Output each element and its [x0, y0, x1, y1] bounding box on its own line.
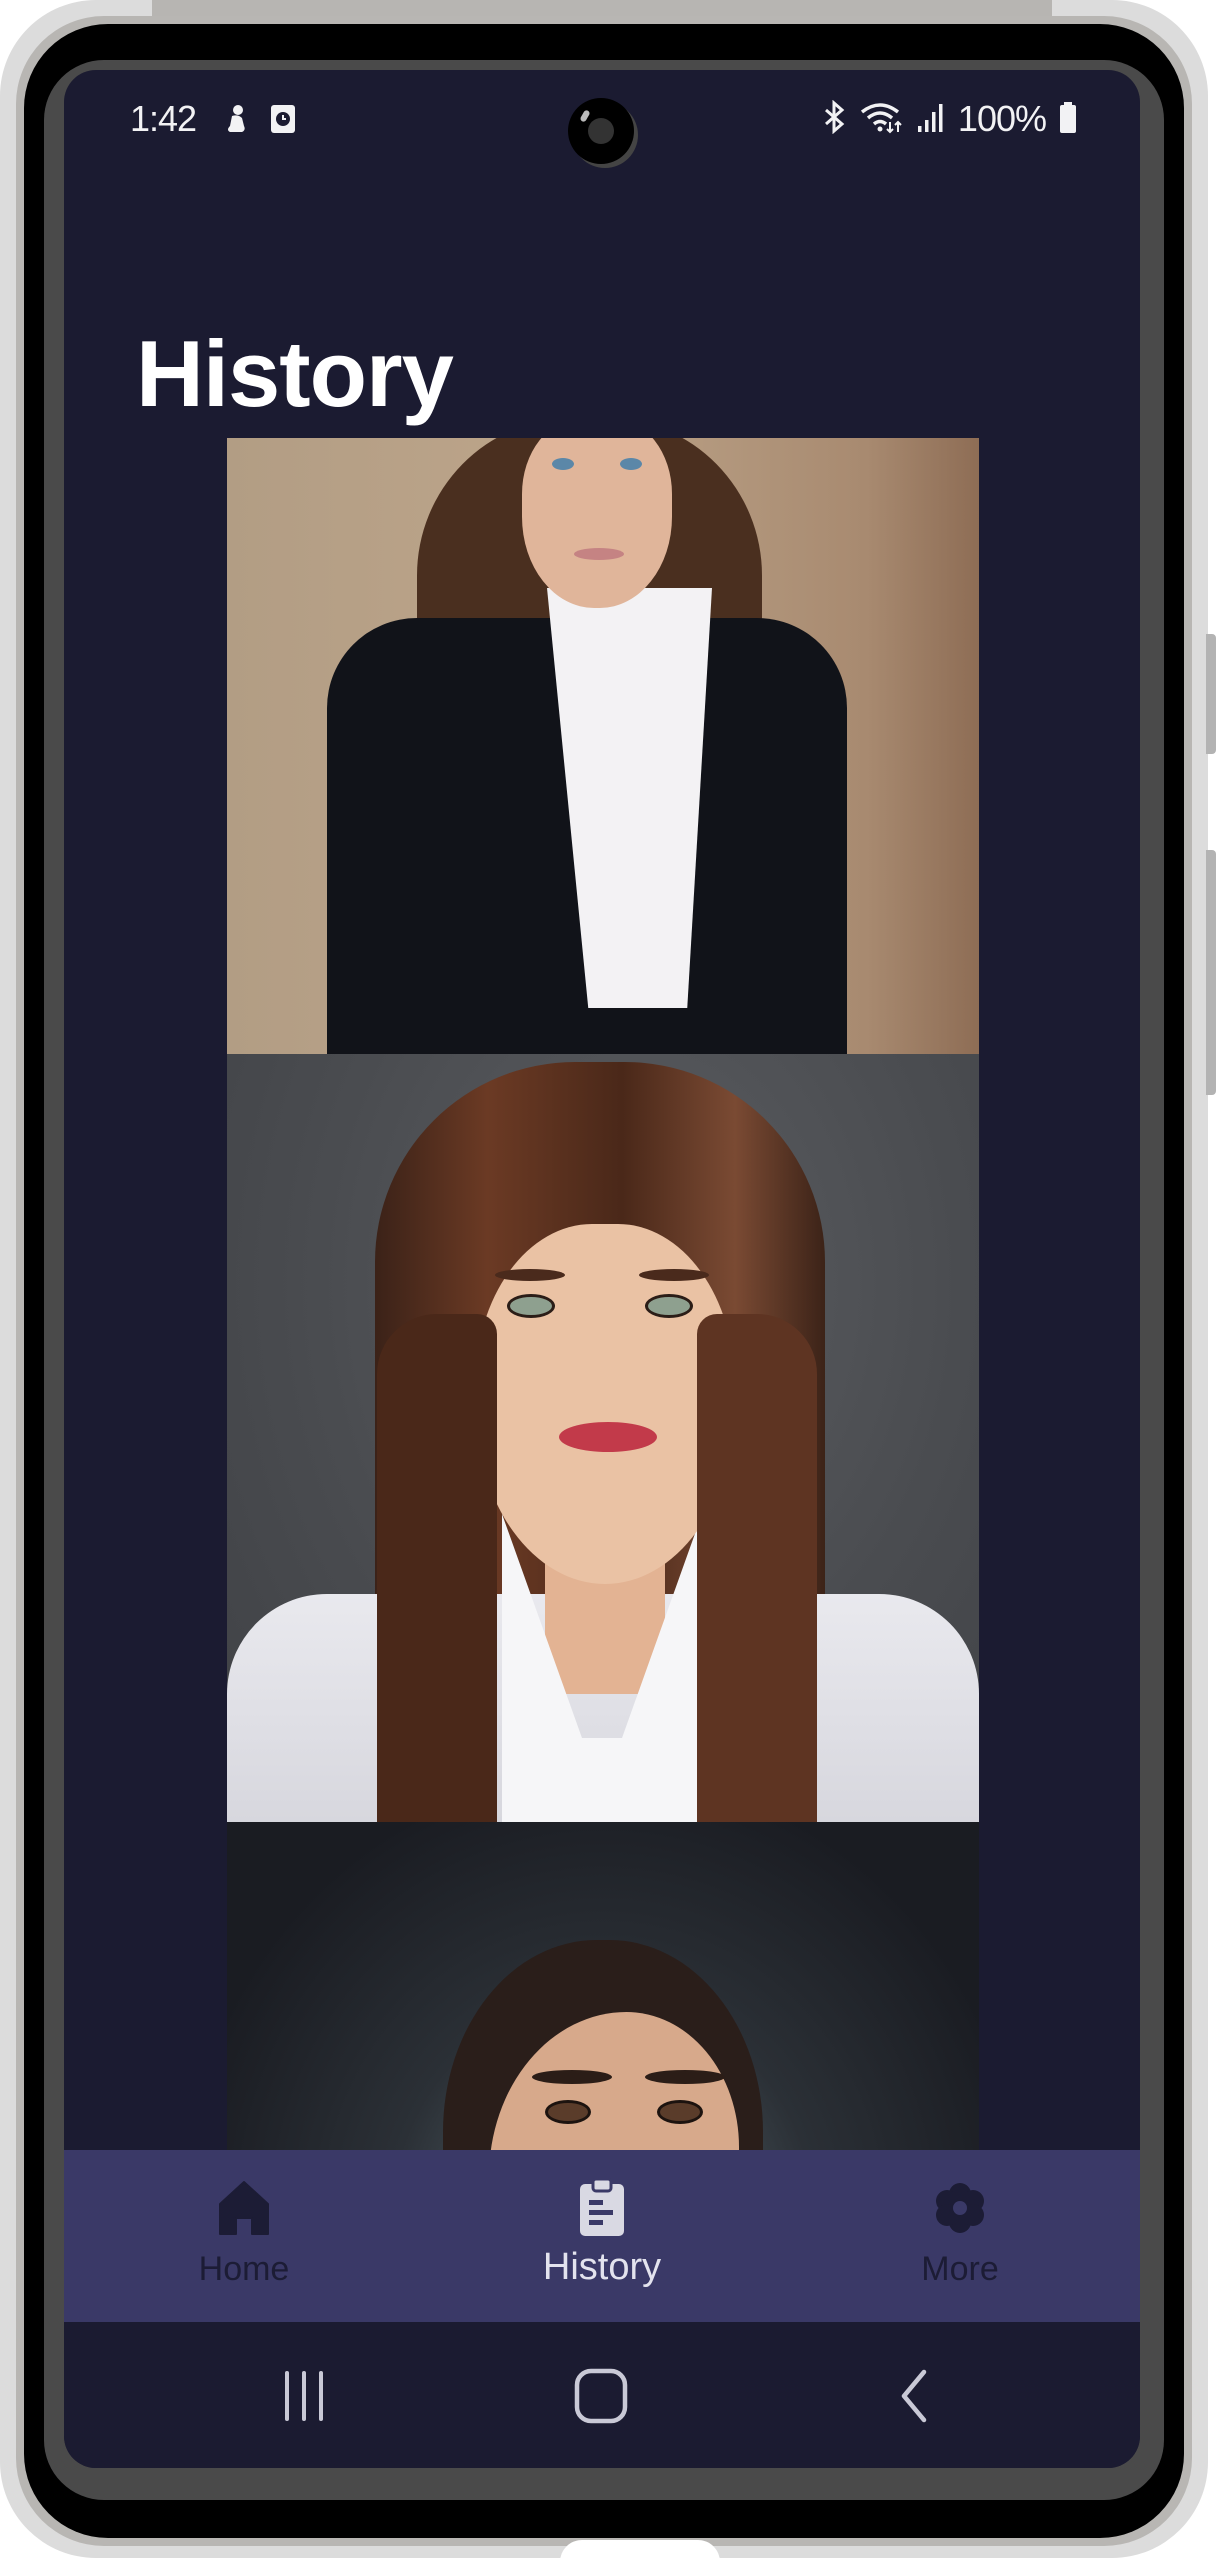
- bluetooth-icon: [820, 99, 848, 139]
- nav-item-more[interactable]: More: [860, 2150, 1060, 2322]
- home-circle-icon: [573, 2367, 629, 2430]
- photo-face: [522, 438, 672, 608]
- nav-label-home: Home: [198, 2250, 290, 2288]
- photo-eyebrow: [532, 2070, 612, 2084]
- photo-eyebrow: [495, 1269, 565, 1281]
- front-camera: [568, 98, 634, 164]
- volume-button: [1206, 634, 1216, 754]
- back-chevron-icon: [894, 2368, 934, 2429]
- wifi-icon: [860, 100, 904, 139]
- photo-eyebrow: [639, 1269, 709, 1281]
- history-item-1[interactable]: [227, 438, 979, 1054]
- status-time: 1:42: [130, 98, 197, 139]
- system-navigation-bar: [64, 2322, 1140, 2468]
- nav-label-history: History: [542, 2246, 662, 2288]
- back-button[interactable]: [884, 2368, 944, 2428]
- home-system-button[interactable]: [571, 2368, 631, 2428]
- photo-eyebrow: [645, 2070, 725, 2084]
- gear-icon: [932, 2178, 988, 2238]
- photo-eye: [657, 2100, 703, 2124]
- status-bar: 1:42 100%: [64, 70, 1140, 170]
- photo-hair-left: [377, 1314, 497, 1822]
- activity-notification-icon: [224, 104, 250, 139]
- battery-percent: 100%: [957, 98, 1047, 139]
- notification-icons: [224, 104, 296, 139]
- photo-eye: [645, 1294, 693, 1318]
- nav-item-history[interactable]: History: [502, 2150, 702, 2322]
- home-icon: [216, 2178, 272, 2238]
- page-title: History: [136, 321, 454, 426]
- photo-eye: [545, 2100, 591, 2124]
- power-button: [1206, 850, 1216, 1095]
- nav-item-home[interactable]: Home: [144, 2150, 344, 2322]
- nav-label-more: More: [921, 2250, 999, 2288]
- history-list[interactable]: [227, 438, 979, 2218]
- photo-eye: [620, 458, 642, 470]
- photo-lips: [559, 1422, 657, 1452]
- bottom-navigation: Home History More: [64, 2150, 1140, 2322]
- device-bottom-notch: [560, 2540, 720, 2562]
- recents-button[interactable]: [274, 2368, 334, 2428]
- photo-eye: [552, 458, 574, 470]
- recents-icon: [279, 2369, 329, 2428]
- photo-lips: [574, 548, 624, 560]
- battery-icon: [1058, 100, 1078, 139]
- photo-hair-right: [697, 1314, 817, 1822]
- signal-icon: [916, 100, 946, 139]
- system-status-icons: 100%: [820, 98, 1078, 140]
- clipboard-icon: [574, 2178, 630, 2238]
- screen: 1:42 100% History Home History More: [64, 70, 1140, 2468]
- history-item-2[interactable]: [227, 1054, 979, 1822]
- clock-app-icon: [270, 104, 296, 139]
- photo-eye: [507, 1294, 555, 1318]
